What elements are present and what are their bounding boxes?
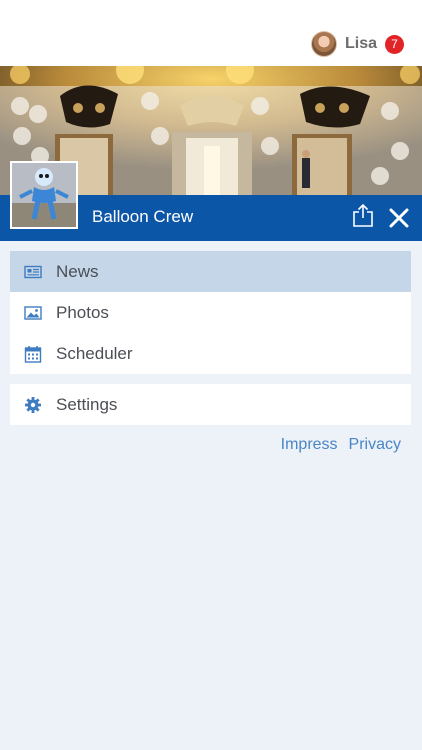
menu-item-label: Settings (56, 395, 118, 414)
notification-badge[interactable]: 7 (385, 34, 404, 54)
image-icon (24, 306, 42, 320)
settings-menu: Settings (10, 384, 411, 425)
calendar-icon (24, 346, 42, 363)
main-menu: News Photos Scheduler (10, 251, 411, 374)
share-icon (353, 203, 373, 227)
menu-item-news[interactable]: News (10, 251, 411, 292)
menu-item-label: Scheduler (56, 344, 133, 363)
newspaper-icon (24, 265, 42, 279)
menu-item-label: Photos (56, 303, 109, 322)
user-menu[interactable]: Lisa 7 (310, 30, 404, 58)
menu-item-settings[interactable]: Settings (10, 384, 411, 425)
close-button[interactable] (388, 207, 410, 229)
group-name: Balloon Crew (92, 207, 194, 226)
avatar[interactable] (310, 31, 337, 57)
top-bar: Lisa 7 (0, 0, 422, 66)
impress-link[interactable]: Impress (281, 436, 338, 454)
close-icon (389, 208, 409, 228)
share-button[interactable] (352, 203, 374, 227)
gear-icon (25, 397, 41, 413)
menu-item-photos[interactable]: Photos (10, 292, 411, 333)
group-thumbnail[interactable] (10, 161, 78, 229)
privacy-link[interactable]: Privacy (349, 436, 401, 454)
menu-item-scheduler[interactable]: Scheduler (10, 333, 411, 374)
user-name[interactable]: Lisa (345, 35, 377, 53)
menu-item-label: News (56, 262, 99, 281)
footer-links: Impress Privacy (281, 436, 401, 454)
